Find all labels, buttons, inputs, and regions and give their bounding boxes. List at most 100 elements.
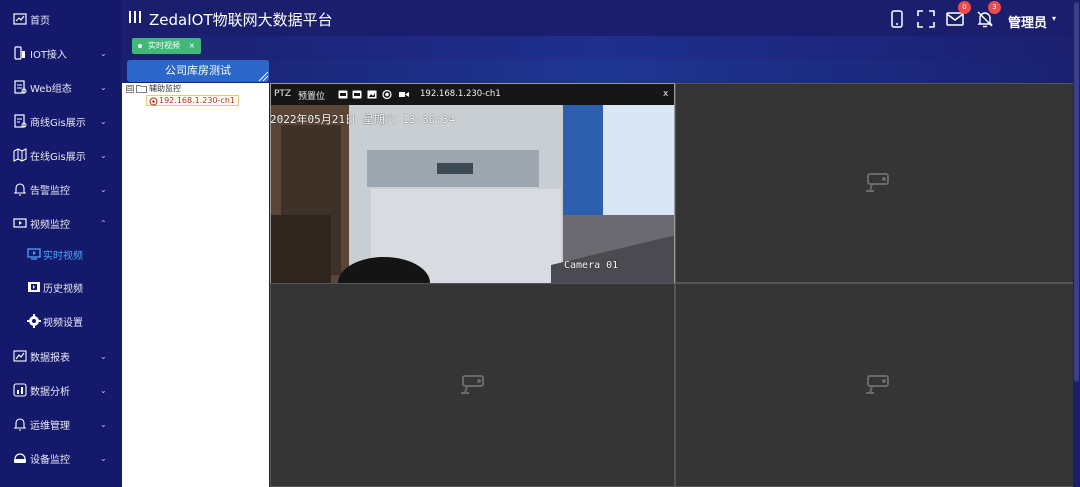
app-title: ZedaIOT物联网大数据平台: [149, 11, 333, 29]
film-icon: [28, 282, 40, 292]
video-cell-4[interactable]: [675, 283, 1080, 487]
tree-root-label: 辅助监控: [149, 84, 181, 93]
chevron-down-icon: ⌄: [100, 116, 107, 126]
video-cell-2[interactable]: [675, 83, 1080, 283]
tab-close-icon[interactable]: ×: [189, 41, 196, 50]
notification-off-icon[interactable]: 3: [976, 1, 1001, 28]
menu-toggle-icon[interactable]: [129, 9, 143, 25]
sidebar-item-iot[interactable]: IOT接入 ⌄: [0, 36, 121, 70]
bell-outline-icon: [13, 418, 27, 431]
tree-camera-node[interactable]: 192.168.1.230-ch1: [146, 95, 239, 106]
sidebar-item-ops[interactable]: 运维管理 ⌄: [0, 407, 121, 441]
sidebar-item-home[interactable]: 首页: [0, 2, 121, 36]
video-toolbar: PTZ 预置位 192.168.1.230-ch1 x: [271, 84, 674, 105]
video-grid: PTZ 预置位 192.168.1.230-ch1 x 2022年05月21日 …: [270, 83, 1080, 487]
sidebar-item-video-settings[interactable]: 视频设置: [0, 304, 121, 338]
notification-badge: 3: [988, 1, 1001, 14]
camera-placeholder-icon: [460, 375, 484, 394]
sidebar-item-label: 在线Gis展示: [30, 151, 86, 163]
mail-icon[interactable]: 0: [946, 1, 971, 28]
sidebar-item-live-video[interactable]: 实时视频: [0, 237, 121, 271]
record-icon[interactable]: [382, 90, 392, 99]
toolbar-band: 公司库房测试: [121, 59, 1080, 83]
hd-icon[interactable]: [338, 90, 348, 99]
chevron-down-icon: ⌄: [100, 184, 107, 194]
sidebar-item-device-monitor[interactable]: 设备监控 ⌄: [0, 441, 121, 475]
bell-icon: [13, 183, 27, 196]
snapshot-icon[interactable]: [367, 90, 377, 99]
caret-down-icon[interactable]: ▾: [1052, 14, 1056, 23]
preset-button[interactable]: 预置位: [298, 89, 325, 102]
analysis-icon: [13, 383, 27, 397]
sidebar-item-reports[interactable]: 数据报表 ⌄: [0, 339, 121, 373]
video-channel-label: 192.168.1.230-ch1: [420, 89, 501, 99]
osd-datetime: 2022年05月21日 星期六 13:30:34: [271, 113, 456, 126]
tab-strip: 实时视频 ×: [121, 36, 1080, 59]
tree-root-node[interactable]: ⊟ 辅助监控: [126, 83, 181, 94]
chevron-up-icon: ⌃: [100, 218, 107, 228]
monitor-icon: [27, 248, 41, 260]
chevron-down-icon: ⌄: [100, 82, 107, 92]
sidebar-item-label: 运维管理: [30, 420, 70, 432]
map-icon: [13, 148, 27, 162]
sidebar-item-alarm[interactable]: 告警监控 ⌄: [0, 172, 121, 206]
video-cell-1[interactable]: PTZ 预置位 192.168.1.230-ch1 x 2022年05月21日 …: [270, 83, 675, 283]
chart-icon: [13, 350, 27, 362]
osd-camera-name: Camera 01: [564, 260, 619, 271]
sidebar-item-label: 设备监控: [30, 454, 70, 466]
user-menu[interactable]: 管理员: [1008, 12, 1047, 31]
chevron-down-icon: ⌄: [100, 453, 107, 463]
sidebar-item-label: 商线Gis展示: [30, 117, 86, 129]
scrollbar-thumb[interactable]: [1074, 2, 1079, 382]
doc-icon: [14, 80, 27, 94]
chevron-down-icon: ⌄: [100, 385, 107, 395]
tree-camera-label: 192.168.1.230-ch1: [159, 96, 235, 105]
sidebar-item-label: 首页: [30, 15, 50, 27]
sidebar-item-gis-offline[interactable]: 商线Gis展示 ⌄: [0, 104, 121, 138]
sidebar-item-analysis[interactable]: 数据分析 ⌄: [0, 373, 121, 407]
device-tree: ⊟ 辅助监控 192.168.1.230-ch1: [122, 83, 269, 487]
chevron-down-icon: ⌄: [100, 150, 107, 160]
camera-icon: [149, 97, 158, 106]
sidebar-item-label: 历史视频: [43, 283, 83, 295]
camera-scene: [271, 105, 674, 283]
group-button-label: 公司库房测试: [165, 64, 231, 77]
mail-badge: 0: [958, 1, 971, 14]
gear-icon: [27, 314, 41, 328]
video-icon: [13, 218, 27, 228]
fullscreen-icon[interactable]: [917, 10, 935, 28]
video-camera-icon[interactable]: [399, 90, 409, 99]
camera-placeholder-icon: [865, 173, 889, 192]
ptz-button[interactable]: PTZ: [274, 89, 291, 99]
sidebar-item-label: 数据报表: [30, 352, 70, 364]
sidebar-item-gis-online[interactable]: 在线Gis展示 ⌄: [0, 138, 121, 172]
page-scrollbar[interactable]: [1073, 0, 1080, 487]
tab-live-video[interactable]: 实时视频 ×: [132, 38, 202, 54]
top-header: ZedaIOT物联网大数据平台 0 3 管理员 ▾: [121, 0, 1080, 36]
sidebar-item-label: 数据分析: [30, 386, 70, 398]
group-select-button[interactable]: 公司库房测试: [127, 60, 269, 82]
video-cell-3[interactable]: [270, 283, 675, 487]
sidebar-item-label: IOT接入: [30, 49, 67, 61]
sidebar: 首页 IOT接入 ⌄ Web组态 ⌄ 商线Gis展示 ⌄ 在线Gis展示 ⌄ 告…: [0, 0, 121, 487]
chevron-down-icon: ⌄: [100, 419, 107, 429]
tab-active-dot: [138, 44, 142, 48]
chevron-down-icon: ⌄: [100, 351, 107, 361]
sidebar-item-video[interactable]: 视频监控 ⌃: [0, 206, 121, 240]
mobile-icon[interactable]: [888, 10, 906, 28]
sidebar-item-label: 视频设置: [43, 317, 83, 329]
live-video-feed: 2022年05月21日 星期六 13:30:34 Camera 01: [271, 105, 674, 283]
collapse-icon[interactable]: ⊟: [126, 84, 134, 93]
video-close-button[interactable]: x: [663, 89, 668, 99]
sidebar-item-history-video[interactable]: 历史视频: [0, 270, 121, 304]
resize-corner-icon: [258, 71, 269, 82]
device-icon: [14, 46, 25, 60]
sidebar-item-label: Web组态: [30, 83, 72, 95]
map-doc-icon: [14, 114, 27, 128]
folder-icon: [136, 85, 147, 93]
sidebar-item-label: 视频监控: [30, 219, 70, 231]
sd-icon[interactable]: [352, 90, 362, 99]
sidebar-item-web-config[interactable]: Web组态 ⌄: [0, 70, 121, 104]
chevron-down-icon: ⌄: [100, 48, 107, 58]
dashboard-icon: [13, 13, 27, 25]
